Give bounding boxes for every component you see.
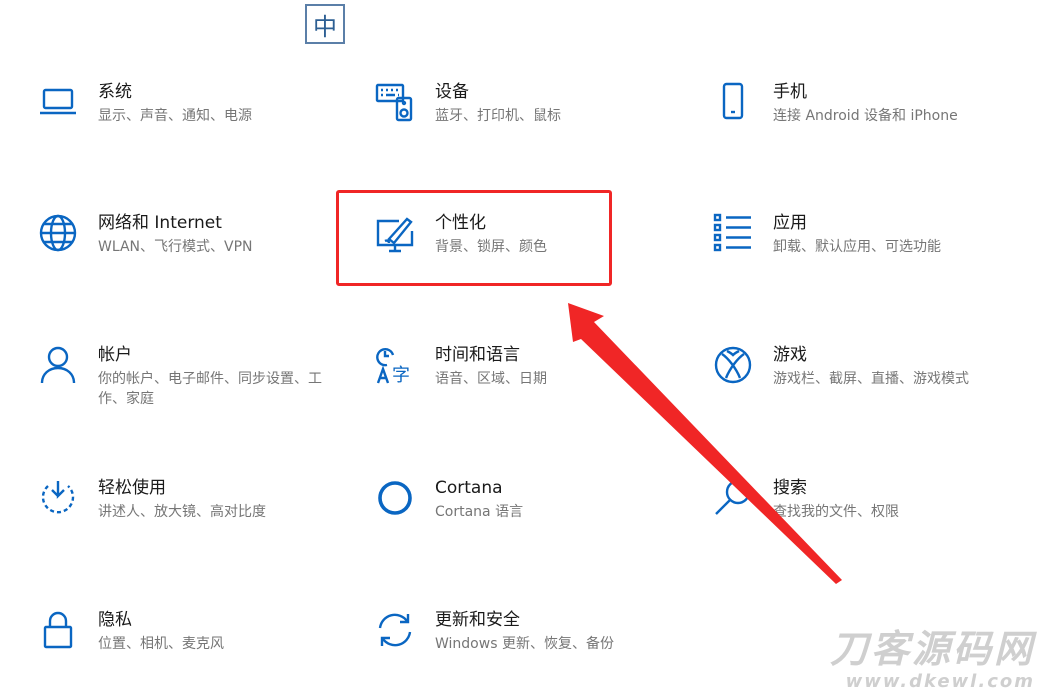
watermark-url: www.dkewl.com	[845, 671, 1035, 692]
tile-title: 手机	[773, 82, 807, 102]
paint-brush-icon	[373, 211, 417, 255]
tile-desc: Cortana 语言	[435, 504, 524, 520]
tile-desc: 语音、区域、日期	[435, 371, 547, 387]
svg-text:字: 字	[392, 365, 410, 385]
tile-desc: 背景、锁屏、颜色	[435, 239, 547, 255]
tile-ease-of-access[interactable]: 轻松使用 讲述人、放大镜、高对比度	[36, 476, 336, 556]
tile-desc: 你的帐户、电子邮件、同步设置、工作、家庭	[98, 371, 322, 407]
tile-update-security[interactable]: 更新和安全 Windows 更新、恢复、备份	[373, 608, 673, 688]
tile-desc: 讲述人、放大镜、高对比度	[98, 504, 266, 520]
tile-search[interactable]: 搜索 查找我的文件、权限	[711, 476, 1011, 556]
tile-personalization[interactable]: 个性化 背景、锁屏、颜色	[373, 211, 673, 291]
tile-desc: 显示、声音、通知、电源	[98, 108, 252, 124]
tile-title: Cortana	[435, 478, 503, 498]
cortana-icon	[373, 476, 417, 520]
tile-desc: 卸载、默认应用、可选功能	[773, 239, 941, 255]
tile-devices[interactable]: 设备 蓝牙、打印机、鼠标	[373, 80, 673, 160]
tile-title: 设备	[435, 82, 469, 102]
tile-title: 轻松使用	[98, 478, 166, 498]
tile-accounts[interactable]: 帐户 你的帐户、电子邮件、同步设置、工作、家庭	[36, 343, 336, 423]
watermark-title: 刀客源码网	[829, 627, 1035, 671]
tile-system[interactable]: 系统 显示、声音、通知、电源	[36, 80, 336, 160]
tile-desc: Windows 更新、恢复、备份	[435, 636, 614, 652]
tile-title: 应用	[773, 213, 807, 233]
person-icon	[36, 343, 80, 387]
tile-desc: 位置、相机、麦克风	[98, 636, 224, 652]
sync-icon	[373, 608, 417, 652]
tile-phone[interactable]: 手机 连接 Android 设备和 iPhone	[711, 80, 1011, 160]
tile-title: 隐私	[98, 610, 132, 630]
tile-title: 个性化	[435, 213, 486, 233]
tile-network[interactable]: 网络和 Internet WLAN、飞行模式、VPN	[36, 211, 336, 291]
tile-desc: 查找我的文件、权限	[773, 504, 899, 520]
ease-of-access-icon	[36, 476, 80, 520]
tile-title: 游戏	[773, 345, 807, 365]
tile-desc: 蓝牙、打印机、鼠标	[435, 108, 561, 124]
lock-icon	[36, 608, 80, 652]
tile-title: 帐户	[98, 345, 132, 365]
tile-desc: 游戏栏、截屏、直播、游戏模式	[773, 371, 969, 387]
app-list-icon	[711, 211, 755, 255]
tile-desc: 连接 Android 设备和 iPhone	[773, 108, 958, 124]
time-language-icon: 字	[373, 343, 417, 387]
tile-gaming[interactable]: 游戏 游戏栏、截屏、直播、游戏模式	[711, 343, 1011, 423]
xbox-icon	[711, 343, 755, 387]
laptop-icon	[36, 80, 80, 124]
tile-title: 更新和安全	[435, 610, 520, 630]
phone-icon	[711, 80, 755, 124]
tile-title: 网络和 Internet	[98, 213, 222, 233]
tile-cortana[interactable]: Cortana Cortana 语言	[373, 476, 673, 556]
tile-title: 时间和语言	[435, 345, 520, 365]
watermark: 刀客源码网 www.dkewl.com	[830, 627, 1035, 692]
globe-icon	[36, 211, 80, 255]
tile-time-language[interactable]: 字 时间和语言 语音、区域、日期	[373, 343, 673, 423]
tile-title: 搜索	[773, 478, 807, 498]
search-icon	[711, 476, 755, 520]
ime-indicator[interactable]: 中	[305, 4, 345, 44]
tile-desc: WLAN、飞行模式、VPN	[98, 239, 253, 255]
tile-title: 系统	[98, 82, 132, 102]
tile-privacy[interactable]: 隐私 位置、相机、麦克风	[36, 608, 336, 688]
tile-apps[interactable]: 应用 卸载、默认应用、可选功能	[711, 211, 1011, 291]
keyboard-speaker-icon	[373, 80, 417, 124]
